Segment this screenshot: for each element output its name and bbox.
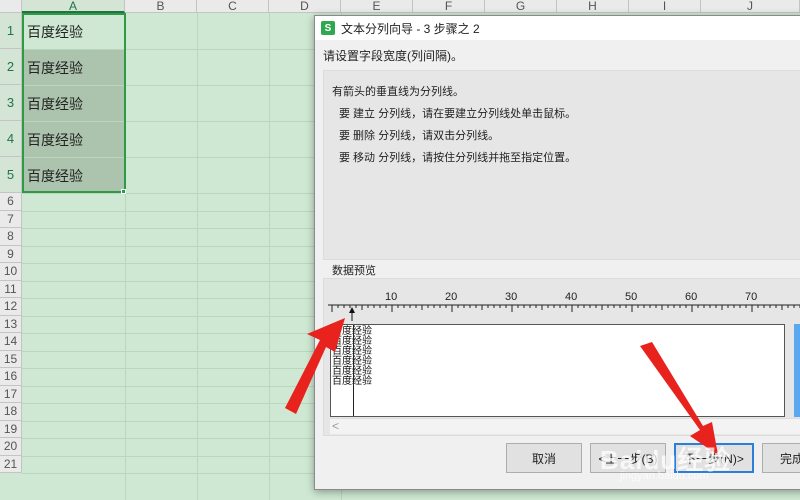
ruler-label-70: 70	[745, 291, 757, 303]
instruction-heading: 有箭头的垂直线为分列线。	[332, 86, 464, 98]
app: A B C D E F G H I J 1 2 3 4 5 6 7 8 9 10…	[0, 0, 800, 500]
gridline	[197, 13, 198, 500]
row-header-18[interactable]: 18	[0, 403, 22, 421]
cell-a1[interactable]: 百度经验	[23, 14, 124, 49]
cell-a2[interactable]: 百度经验	[23, 50, 124, 85]
baidu-watermark-url: jingyan.baidu.com	[620, 470, 709, 482]
column-ruler[interactable]: 10 20 30 40 50 60 70	[328, 283, 800, 321]
data-preview-panel: 10 20 30 40 50 60 70 百度经验 百度经验 百度经验 百度经验…	[323, 278, 800, 436]
ruler-label-60: 60	[685, 291, 697, 303]
row-header-2[interactable]: 2	[0, 49, 22, 85]
dialog-prompt: 请设置字段宽度(列间隔)。	[323, 49, 463, 63]
instruction-move: 要 移动 分列线，请按住分列线并拖至指定位置。	[339, 152, 577, 164]
instructions-panel: 有箭头的垂直线为分列线。 要 建立 分列线，请在要建立分列线处单击鼠标。 要 删…	[323, 70, 800, 260]
fill-handle[interactable]	[121, 189, 126, 194]
row-header-12[interactable]: 12	[0, 298, 22, 316]
row-header-13[interactable]: 13	[0, 315, 22, 333]
text-split-wizard-dialog: S 文本分列向导 - 3 步骤之 2 请设置字段宽度(列间隔)。 有箭头的垂直线…	[314, 15, 800, 490]
row-header-17[interactable]: 17	[0, 385, 22, 403]
row-header-4[interactable]: 4	[0, 121, 22, 157]
row-header-5[interactable]: 5	[0, 157, 22, 193]
cell-a3[interactable]: 百度经验	[23, 86, 124, 121]
column-header-b[interactable]: B	[125, 0, 197, 13]
ruler-label-30: 30	[505, 291, 517, 303]
ruler-label-40: 40	[565, 291, 577, 303]
preview-line: 百度经验	[332, 376, 372, 387]
cell-a5[interactable]: 百度经验	[23, 158, 124, 193]
row-header-11[interactable]: 11	[0, 280, 22, 298]
gridline	[269, 13, 270, 500]
select-all-corner[interactable]	[0, 0, 22, 13]
column-header-i[interactable]: I	[629, 0, 701, 13]
row-header-7[interactable]: 7	[0, 210, 22, 228]
row-header-10[interactable]: 10	[0, 263, 22, 281]
cell-a4[interactable]: 百度经验	[23, 122, 124, 157]
preview-text-area[interactable]: 百度经验 百度经验 百度经验 百度经验 百度经验 百度经验	[330, 324, 785, 417]
column-header-d[interactable]: D	[269, 0, 341, 13]
ruler-label-50: 50	[625, 291, 637, 303]
column-header-g[interactable]: G	[485, 0, 557, 13]
ruler-label-10: 10	[385, 291, 397, 303]
column-header-h[interactable]: H	[557, 0, 629, 13]
row-header-1[interactable]: 1	[0, 13, 22, 49]
vertical-scrollbar[interactable]	[794, 324, 800, 417]
dialog-titlebar[interactable]: S 文本分列向导 - 3 步骤之 2	[315, 16, 800, 40]
column-header-e[interactable]: E	[341, 0, 413, 13]
row-header-20[interactable]: 20	[0, 438, 22, 456]
cancel-button[interactable]: 取消	[506, 443, 582, 473]
row-header-6[interactable]: 6	[0, 193, 22, 211]
column-header-a[interactable]: A	[22, 0, 125, 13]
preview-label: 数据预览	[332, 265, 376, 277]
row-header-8[interactable]: 8	[0, 228, 22, 246]
column-break-arrow-icon[interactable]	[349, 307, 355, 321]
horizontal-scrollbar[interactable]: <	[330, 418, 800, 434]
gridline	[125, 13, 126, 500]
column-header-c[interactable]: C	[197, 0, 269, 13]
ruler-label-20: 20	[445, 291, 457, 303]
ruler-graphic: 10 20 30 40 50 60 70	[328, 291, 800, 321]
row-header-15[interactable]: 15	[0, 350, 22, 368]
dialog-title: 文本分列向导 - 3 步骤之 2	[341, 21, 480, 36]
instruction-delete: 要 删除 分列线，请双击分列线。	[339, 130, 500, 142]
row-header-19[interactable]: 19	[0, 420, 22, 438]
column-break-line[interactable]	[353, 325, 354, 416]
row-header-9[interactable]: 9	[0, 245, 22, 263]
app-icon: S	[321, 21, 335, 35]
instruction-create: 要 建立 分列线，请在要建立分列线处单击鼠标。	[339, 108, 577, 120]
row-header-21[interactable]: 21	[0, 455, 22, 473]
ruler-ticks	[331, 305, 800, 312]
column-header-j[interactable]: J	[701, 0, 800, 13]
column-header-f[interactable]: F	[413, 0, 485, 13]
row-header-16[interactable]: 16	[0, 368, 22, 386]
row-header-14[interactable]: 14	[0, 333, 22, 351]
finish-button[interactable]: 完成	[762, 443, 800, 473]
scroll-left-icon[interactable]: <	[332, 419, 339, 433]
row-header-3[interactable]: 3	[0, 85, 22, 121]
